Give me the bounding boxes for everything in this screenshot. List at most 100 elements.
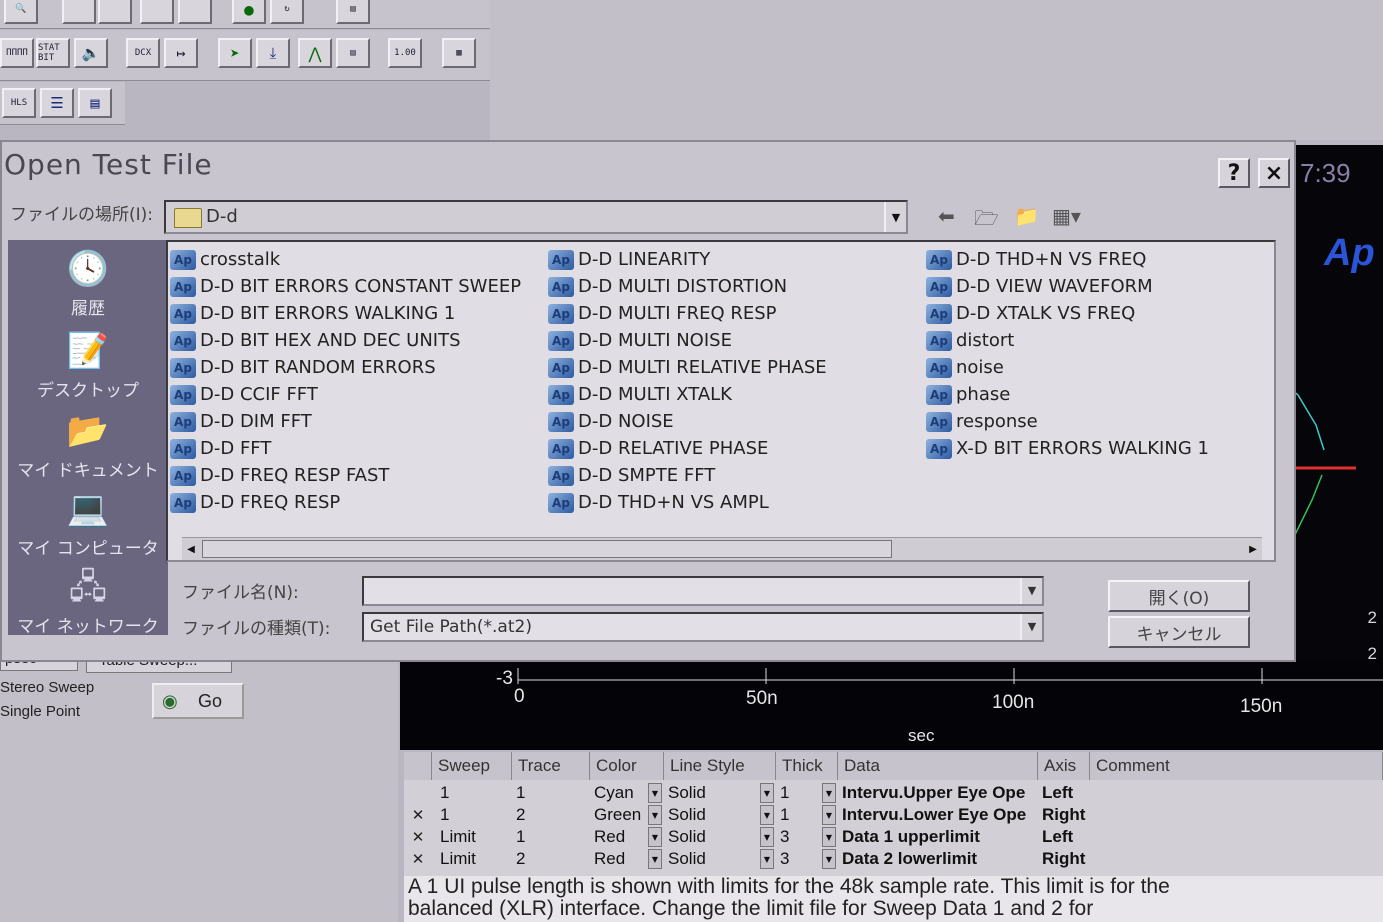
scroll-left-icon[interactable]: ◀ [182,540,200,558]
scroll-thumb[interactable] [202,540,892,558]
filename-input[interactable]: ▼ [362,576,1044,606]
chevron-down-icon[interactable]: ▼ [1020,578,1042,604]
switcher-icon[interactable]: ↦ [164,38,198,68]
file-item[interactable]: Ap D-D MULTI RELATIVE PHASE [548,354,827,381]
meter-icon[interactable]: 1.00 [388,38,422,68]
row-enable-checkbox[interactable] [410,784,426,802]
file-item[interactable]: Ap crosstalk [170,246,521,273]
file-item[interactable]: Ap X-D BIT ERRORS WALKING 1 [926,435,1209,462]
file-item[interactable]: Ap D-D VIEW WAVEFORM [926,273,1209,300]
horizontal-scrollbar[interactable]: ◀ ▶ [182,537,1262,560]
cell-data[interactable]: Intervu.Lower Eye Ope [842,804,1038,826]
place-history[interactable]: 🕓 履歴 [8,248,168,319]
cell-color[interactable]: Red [594,826,646,848]
file-item[interactable]: Ap response [926,408,1209,435]
filetype-select[interactable]: Get File Path(*.at2) ▼ [362,612,1044,642]
panel-icon[interactable]: ▦ [442,38,476,68]
file-item[interactable]: Ap D-D MULTI XTALK [548,381,827,408]
back-arrow-icon[interactable]: ⬅ [938,204,955,228]
help-button[interactable]: ? [1218,158,1250,188]
cell-sweep[interactable]: Limit [440,826,510,848]
chevron-down-icon[interactable]: ▼ [760,783,774,803]
cell-thick[interactable]: 3 [780,826,820,848]
cell-thick[interactable]: 1 [780,782,820,804]
dcx-icon[interactable]: DCX [126,38,160,68]
file-item[interactable]: Ap distort [926,327,1209,354]
file-item[interactable]: Ap D-D BIT ERRORS WALKING 1 [170,300,521,327]
cell-trace[interactable]: 1 [516,782,586,804]
place-desktop[interactable]: 📝 デスクトップ [8,330,168,401]
cancel-button[interactable]: キャンセル [1108,616,1250,648]
up-folder-icon[interactable]: 🗁 [974,204,999,238]
cell-style[interactable]: Solid [668,848,758,870]
cell-style[interactable]: Solid [668,804,758,826]
comment-text[interactable]: A 1 UI pulse length is shown with limits… [404,876,1383,922]
file-item[interactable]: Ap D-D CCIF FFT [170,381,521,408]
cell-style[interactable]: Solid [668,782,758,804]
row-enable-checkbox[interactable]: ✕ [410,806,426,824]
chevron-down-icon[interactable]: ▼ [648,805,662,825]
cell-trace[interactable]: 1 [516,826,586,848]
speaker-icon[interactable]: 🔈 [74,38,108,68]
bars-icon[interactable]: ☰ [40,88,74,118]
cell-data[interactable]: Data 1 upperlimit [842,826,1038,848]
undo-icon[interactable]: ↻ [270,0,304,24]
cell-data[interactable]: Intervu.Upper Eye Ope [842,782,1038,804]
chevron-down-icon[interactable]: ▼ [822,827,836,847]
file-item[interactable]: Ap D-D FREQ RESP FAST [170,462,521,489]
cell-style[interactable]: Solid [668,826,758,848]
bit-pattern-icon[interactable]: ΠΠΠΠ [0,38,34,68]
file-item[interactable]: Ap D-D MULTI FREQ RESP [548,300,827,327]
chevron-down-icon[interactable]: ▼ [648,849,662,869]
graph-icon[interactable]: ▤ [336,0,370,24]
chevron-down-icon[interactable]: ▼ [884,202,906,232]
list-icon[interactable]: ▤ [78,88,112,118]
cell-thick[interactable]: 3 [780,848,820,870]
open-button[interactable]: 開く(O) [1108,580,1250,612]
row-enable-checkbox[interactable]: ✕ [410,828,426,846]
cell-sweep[interactable]: 1 [440,804,510,826]
file-item[interactable]: Ap D-D BIT ERRORS CONSTANT SWEEP [170,273,521,300]
cell-sweep[interactable]: Limit [440,848,510,870]
sweep-arrow-icon[interactable]: ➤ [218,38,252,68]
graph-view-icon[interactable]: ⋀ [298,38,332,68]
file-item[interactable]: Ap D-D THD+N VS FREQ [926,246,1209,273]
chevron-down-icon[interactable]: ▼ [822,783,836,803]
file-item[interactable]: Ap phase [926,381,1209,408]
cell-axis[interactable]: Right [1042,848,1090,870]
file-item[interactable]: Ap D-D XTALK VS FREQ [926,300,1209,327]
place-my-documents[interactable]: 📂 マイ ドキュメント [8,410,168,481]
chevron-down-icon[interactable]: ▼ [822,805,836,825]
new-folder-icon[interactable]: 📁 [1014,204,1039,228]
cell-color[interactable]: Cyan [594,782,646,804]
chevron-down-icon[interactable]: ▼ [1020,614,1042,640]
cell-axis[interactable]: Left [1042,826,1090,848]
close-button[interactable]: × [1258,158,1290,188]
cell-data[interactable]: Data 2 lowerlimit [842,848,1038,870]
go-button[interactable]: ◉ Go [152,683,244,719]
table-icon[interactable]: ▤ [336,38,370,68]
cell-axis[interactable]: Left [1042,782,1090,804]
place-my-computer[interactable]: 💻 マイ コンピュータ [8,488,168,559]
chevron-down-icon[interactable]: ▼ [648,827,662,847]
file-item[interactable]: Ap D-D DIM FFT [170,408,521,435]
dialog-titlebar[interactable]: Open Test File ? × [2,142,1294,188]
file-item[interactable]: Ap noise [926,354,1209,381]
hls-icon[interactable]: HLS [2,88,36,118]
cell-color[interactable]: Green [594,804,646,826]
file-item[interactable]: Ap D-D BIT RANDOM ERRORS [170,354,521,381]
file-item[interactable]: Ap D-D MULTI NOISE [548,327,827,354]
cell-trace[interactable]: 2 [516,804,586,826]
zoom-icon[interactable]: 🔍 [4,0,38,24]
cell-axis[interactable]: Right [1042,804,1090,826]
cell-trace[interactable]: 2 [516,848,586,870]
view-menu-icon[interactable]: ▦▾ [1052,204,1081,228]
status-bit-icon[interactable]: STAT BIT [36,38,70,68]
toolbar-button[interactable] [178,0,212,24]
toolbar-button[interactable] [62,0,96,24]
chevron-down-icon[interactable]: ▼ [822,849,836,869]
file-item[interactable]: Ap D-D RELATIVE PHASE [548,435,827,462]
mode-single-point[interactable]: Single Point [0,703,80,720]
cell-sweep[interactable]: 1 [440,782,510,804]
mode-stereo-sweep[interactable]: Stereo Sweep [0,679,94,696]
